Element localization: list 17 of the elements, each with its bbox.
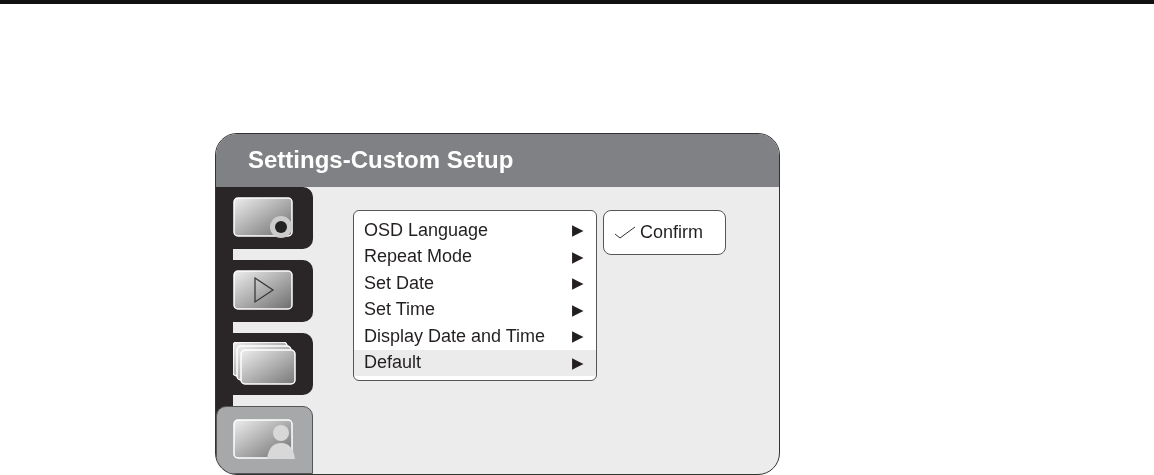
window-title: Settings-Custom Setup — [248, 146, 514, 175]
menu-item[interactable]: Display Date and Time ▶ — [354, 323, 596, 350]
confirm-button[interactable]: Confirm — [603, 210, 726, 255]
menu-item[interactable]: OSD Language ▶ — [354, 217, 596, 244]
arrow-icon: ▶ — [572, 221, 584, 240]
arrow-icon: ▶ — [572, 300, 584, 319]
arrow-icon: ▶ — [572, 274, 584, 293]
user-photo-icon — [232, 419, 297, 461]
side-tab[interactable] — [216, 406, 313, 474]
menu-item[interactable]: Set Date ▶ — [354, 270, 596, 297]
menu-item[interactable]: Repeat Mode ▶ — [354, 243, 596, 270]
arrow-icon: ▶ — [572, 327, 584, 346]
photos-icon — [232, 342, 297, 386]
menu-item[interactable]: Default ▶ — [354, 349, 596, 376]
arrow-icon: ▶ — [572, 353, 584, 372]
arrow-icon: ▶ — [572, 247, 584, 266]
menu-item[interactable]: Set Time ▶ — [354, 296, 596, 323]
